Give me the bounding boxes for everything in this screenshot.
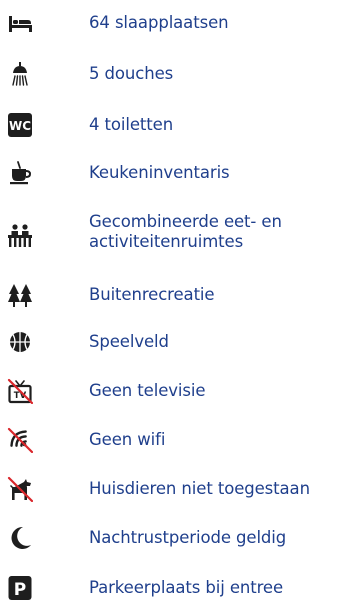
facility-label-line2: activiteitenruimtes	[89, 232, 244, 251]
facility-item: Gecombineerde eet- en activiteitenruimte…	[0, 209, 348, 259]
facility-label: Huisdieren niet toegestaan	[89, 479, 310, 498]
facility-label: Speelveld	[89, 332, 169, 351]
facility-label-line1: Gecombineerde eet- en	[89, 212, 282, 231]
dining-table-icon	[7, 222, 33, 248]
facility-label: Keukeninventaris	[89, 163, 230, 182]
facility-item: TV Geen televisie	[0, 378, 348, 404]
trees-icon	[7, 282, 33, 308]
facility-label: Geen wifi	[89, 430, 166, 449]
facility-item: Buitenrecreatie	[0, 282, 348, 308]
basketball-icon	[7, 329, 33, 355]
facilities-list: 64 slaapplaatsen 5 douches WC 4 toilette…	[0, 0, 348, 610]
bed-icon	[7, 10, 33, 36]
facility-label: 4 toiletten	[89, 115, 174, 134]
coffee-cup-icon	[7, 160, 33, 186]
no-pets-icon	[7, 476, 33, 502]
facility-item: WC 4 toiletten	[0, 112, 348, 138]
facility-item: Keukeninventaris	[0, 160, 348, 186]
wc-icon: WC	[7, 112, 33, 138]
facility-item: Nachtrustperiode geldig	[0, 525, 348, 551]
facility-item: Geen wifi	[0, 427, 348, 453]
moon-icon	[7, 525, 33, 551]
facility-item: Speelveld	[0, 329, 348, 355]
parking-icon-text: P	[14, 580, 26, 600]
facility-label: 5 douches	[89, 64, 174, 83]
facility-item: P Parkeerplaats bij entree	[0, 575, 348, 601]
facility-label: 64 slaapplaatsen	[89, 13, 229, 32]
parking-icon: P	[7, 575, 33, 601]
facility-label: Geen televisie	[89, 381, 206, 400]
facility-label: Parkeerplaats bij entree	[89, 578, 284, 597]
facility-label: Buitenrecreatie	[89, 285, 215, 304]
facility-label: Nachtrustperiode geldig	[89, 528, 287, 547]
facility-item: 64 slaapplaatsen	[0, 11, 348, 35]
shower-icon	[7, 61, 33, 87]
no-wifi-icon	[7, 427, 33, 453]
facility-item: Huisdieren niet toegestaan	[0, 476, 348, 502]
wc-icon-text: WC	[9, 119, 31, 133]
no-television-icon: TV	[7, 378, 33, 404]
facility-item: 5 douches	[0, 61, 348, 87]
